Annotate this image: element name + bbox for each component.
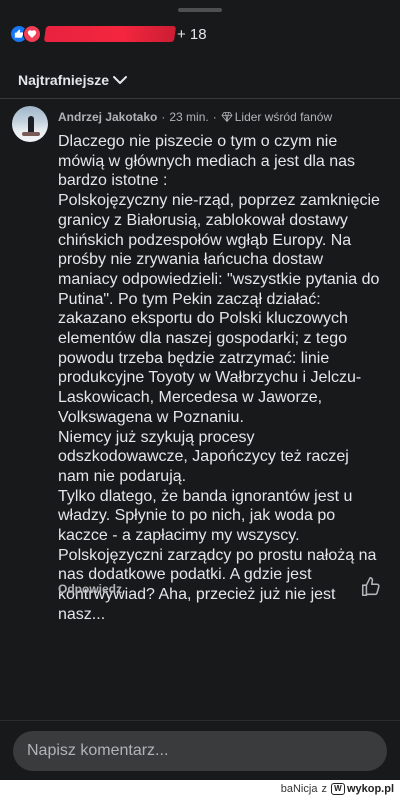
sort-label: Najtrafniejsze: [18, 72, 110, 88]
reactions-count: + 18: [177, 25, 207, 43]
chevron-down-icon: [113, 76, 128, 84]
separator-dot: ·: [161, 110, 166, 124]
fan-badge-label: Lider wśród fanów: [234, 110, 333, 124]
watermark-logo: W wykop.pl: [330, 782, 394, 795]
redaction-scribble: [43, 26, 177, 42]
comment-time: 23 min.: [169, 110, 209, 124]
watermark-user: baNicja: [280, 782, 318, 795]
sort-dropdown[interactable]: Najtrafniejsze: [18, 72, 128, 88]
comment-composer: [0, 720, 400, 780]
separator-dot: ·: [212, 110, 217, 124]
watermark-connector: z: [321, 782, 327, 795]
comment-header: Andrzej Jakotako · 23 min. · Lider wśród…: [58, 110, 332, 124]
reply-button[interactable]: Odpowiedz: [58, 582, 122, 596]
reactions-bar[interactable]: + 18: [10, 22, 390, 46]
watermark-bar: baNicja z W wykop.pl: [0, 780, 400, 797]
thumbs-up-icon[interactable]: [360, 576, 382, 598]
diamond-badge-icon: [221, 112, 233, 122]
love-icon: [23, 25, 41, 43]
avatar[interactable]: [12, 106, 48, 142]
comment-input[interactable]: [13, 731, 387, 771]
comment-text: Dlaczego nie piszecie o tym o czym nie m…: [58, 133, 380, 623]
watermark-site: wykop.pl: [346, 782, 394, 795]
comment-author[interactable]: Andrzej Jakotako: [58, 110, 157, 124]
wykop-logo-icon: W: [330, 782, 345, 795]
drag-handle[interactable]: [178, 8, 222, 12]
divider: [0, 98, 400, 99]
